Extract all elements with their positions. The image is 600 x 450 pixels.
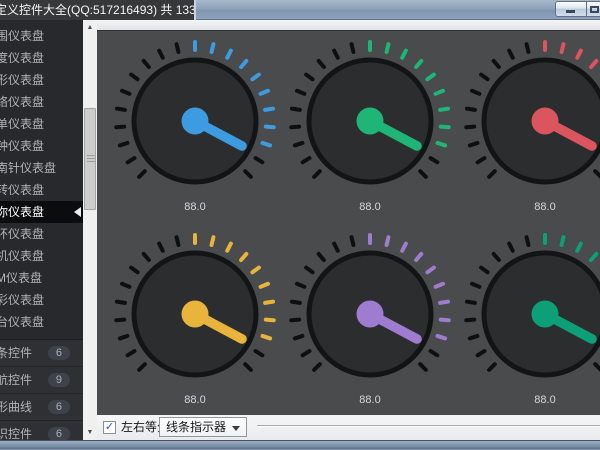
knob-value: 88.0 bbox=[515, 201, 575, 213]
client-top-strip bbox=[97, 20, 600, 30]
split-checkbox[interactable]: ✓ bbox=[103, 421, 116, 434]
minimize-button[interactable] bbox=[555, 1, 586, 17]
sidebar-item-12[interactable]: 彩仪表盘 bbox=[0, 289, 83, 311]
sidebar-item-label: 形仪表盘 bbox=[0, 73, 44, 87]
value-slider-track[interactable] bbox=[257, 425, 600, 427]
sidebar-group-label: 条控件 bbox=[0, 340, 32, 367]
sidebar-group-label: 航控件 bbox=[0, 367, 32, 394]
title-bar-glass bbox=[196, 0, 600, 20]
knob-value: 88.0 bbox=[165, 394, 225, 406]
sidebar-item-4[interactable]: 单仪表盘 bbox=[0, 113, 83, 135]
sidebar-item-3[interactable]: 络仪表盘 bbox=[0, 91, 83, 113]
app-window: 定义控件大全(QQ:517216493) 共 133 个控件 围仪表盘度仪表盘形… bbox=[0, 0, 600, 450]
scrollbar-grip-icon bbox=[87, 155, 95, 163]
sidebar: 围仪表盘度仪表盘形仪表盘络仪表盘单仪表盘钟仪表盘南针仪表盘转仪表盘你仪表盘环仪表… bbox=[0, 20, 83, 440]
sidebar-item-7[interactable]: 转仪表盘 bbox=[0, 179, 83, 201]
knob-dial-blue[interactable] bbox=[110, 36, 280, 206]
indicator-type-select[interactable]: 线条指示器 bbox=[159, 417, 247, 437]
sidebar-item-11[interactable]: M仪表盘 bbox=[0, 267, 83, 289]
sidebar-item-label: 转仪表盘 bbox=[0, 183, 44, 197]
sidebar-item-5[interactable]: 钟仪表盘 bbox=[0, 135, 83, 157]
sidebar-item-2[interactable]: 形仪表盘 bbox=[0, 69, 83, 91]
sidebar-item-label: 单仪表盘 bbox=[0, 117, 44, 131]
knob-dial-green[interactable] bbox=[285, 36, 455, 206]
sidebar-item-label: 络仪表盘 bbox=[0, 95, 44, 109]
sidebar-group-label: 识控件 bbox=[0, 421, 32, 440]
sidebar-item-label: 机仪表盘 bbox=[0, 249, 44, 263]
sidebar-list: 围仪表盘度仪表盘形仪表盘络仪表盘单仪表盘钟仪表盘南针仪表盘转仪表盘你仪表盘环仪表… bbox=[0, 20, 83, 333]
scrollbar-thumb[interactable] bbox=[84, 108, 96, 210]
window-title: 定义控件大全(QQ:517216493) 共 133 个控件 bbox=[0, 0, 196, 20]
count-badge: 6 bbox=[48, 346, 70, 360]
sidebar-group-0[interactable]: 条控件 6 bbox=[0, 340, 83, 367]
sidebar-item-label: 你仪表盘 bbox=[0, 205, 44, 219]
sidebar-item-label: 围仪表盘 bbox=[0, 29, 44, 43]
knob-dial-yellow[interactable] bbox=[110, 229, 280, 399]
sidebar-item-9[interactable]: 环仪表盘 bbox=[0, 223, 83, 245]
scroll-down-button[interactable]: ▼ bbox=[83, 425, 97, 440]
sidebar-item-10[interactable]: 机仪表盘 bbox=[0, 245, 83, 267]
gauge-panel: 88.0 88.0 88.0 88.0 88.0 88.0 bbox=[97, 30, 600, 415]
sidebar-item-8[interactable]: 你仪表盘 bbox=[0, 201, 83, 223]
caption-buttons bbox=[555, 1, 600, 17]
sidebar-group-1[interactable]: 航控件 9 bbox=[0, 367, 83, 394]
knob-dial-purple[interactable] bbox=[285, 229, 455, 399]
sidebar-item-0[interactable]: 围仪表盘 bbox=[0, 25, 83, 47]
knob-value: 88.0 bbox=[340, 201, 400, 213]
sidebar-group-label: 形曲线 bbox=[0, 394, 32, 421]
sidebar-item-6[interactable]: 南针仪表盘 bbox=[0, 157, 83, 179]
knob-dial-teal[interactable] bbox=[460, 229, 600, 399]
chevron-down-icon bbox=[232, 426, 240, 431]
sidebar-item-label: 钟仪表盘 bbox=[0, 139, 44, 153]
scroll-up-button[interactable]: ▲ bbox=[83, 20, 97, 35]
minimize-icon bbox=[566, 10, 575, 13]
knob-value: 88.0 bbox=[515, 394, 575, 406]
count-badge: 9 bbox=[48, 373, 70, 387]
sidebar-item-label: 环仪表盘 bbox=[0, 227, 44, 241]
bottom-bar: ✓ 左右等分 线条指示器 bbox=[97, 415, 600, 440]
sidebar-item-label: 台仪表盘 bbox=[0, 315, 44, 329]
sidebar-item-label: 彩仪表盘 bbox=[0, 293, 44, 307]
knob-value: 88.0 bbox=[340, 394, 400, 406]
count-badge: 6 bbox=[48, 400, 70, 414]
title-bar: 定义控件大全(QQ:517216493) 共 133 个控件 bbox=[0, 0, 600, 20]
sidebar-item-label: M仪表盘 bbox=[0, 271, 42, 285]
sidebar-group-2[interactable]: 形曲线 6 bbox=[0, 394, 83, 421]
maximize-icon bbox=[590, 6, 599, 13]
sidebar-item-1[interactable]: 度仪表盘 bbox=[0, 47, 83, 69]
knob-value: 88.0 bbox=[165, 201, 225, 213]
indicator-type-value: 线条指示器 bbox=[166, 420, 226, 434]
sidebar-item-13[interactable]: 台仪表盘 bbox=[0, 311, 83, 333]
sidebar-group-3[interactable]: 识控件 6 bbox=[0, 421, 83, 440]
sidebar-item-label: 度仪表盘 bbox=[0, 51, 44, 65]
window-bottom-frame bbox=[0, 440, 600, 450]
selected-item-arrow-icon bbox=[74, 207, 81, 217]
maximize-button[interactable] bbox=[586, 1, 600, 17]
sidebar-item-label: 南针仪表盘 bbox=[0, 161, 56, 175]
sidebar-scrollbar[interactable]: ▲ ▼ bbox=[83, 20, 97, 440]
count-badge: 6 bbox=[48, 427, 70, 440]
sidebar-group-list: 条控件 6 航控件 9 形曲线 6 识控件 6 bbox=[0, 339, 83, 440]
knob-dial-red[interactable] bbox=[460, 36, 600, 206]
